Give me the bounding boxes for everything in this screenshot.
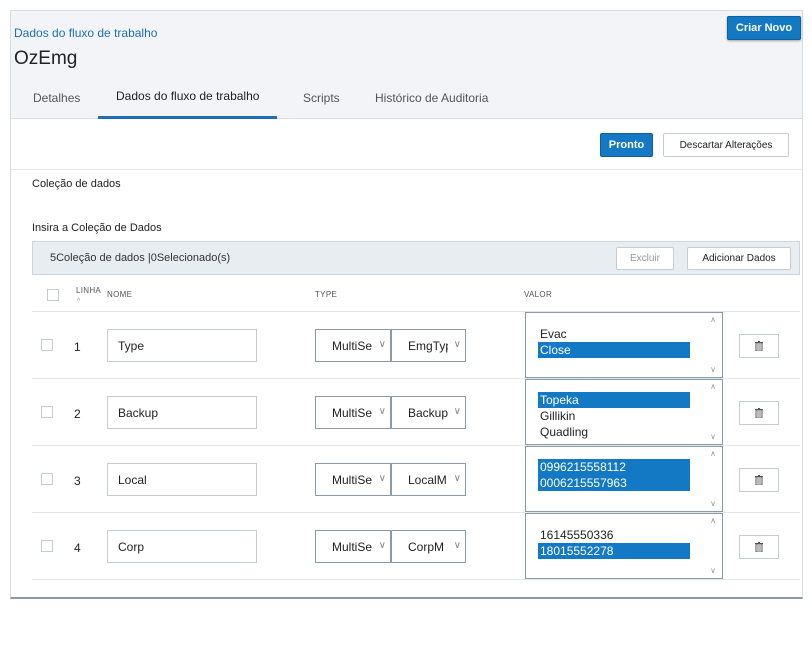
trash-icon: [755, 542, 763, 552]
done-button[interactable]: Pronto: [600, 133, 653, 157]
chevron-down-icon: ∨: [453, 540, 461, 551]
type-select[interactable]: MultiSe ∨: [315, 329, 391, 362]
list-item-selected[interactable]: 0996215558112: [538, 459, 690, 475]
tab-bar: Detalhes Dados do fluxo de trabalho Scri…: [11, 76, 802, 119]
section-title: Coleção de dados: [32, 178, 121, 190]
scroll-down-icon[interactable]: ∨: [710, 566, 716, 575]
list-item-selected[interactable]: Topeka: [538, 392, 690, 408]
collection-bar: 5Coleção de dados |0Selecionado(s) Exclu…: [32, 241, 800, 275]
subtype-select[interactable]: Backup ∨: [391, 396, 466, 429]
list-item[interactable]: 16145550336: [538, 527, 690, 543]
delete-row-button[interactable]: [739, 535, 779, 559]
tab-scripts[interactable]: Scripts: [303, 76, 340, 119]
breadcrumb[interactable]: Dados do fluxo de trabalho: [14, 26, 157, 40]
row-checkbox[interactable]: [41, 339, 53, 351]
chevron-down-icon: ∨: [453, 406, 461, 417]
chevron-down-icon: ∨: [453, 339, 461, 350]
table-row: 3 Local MultiSe ∨ LocalM ∨ 0996215558112 0…: [32, 446, 800, 513]
type-select-value: MultiSe: [332, 405, 372, 420]
chevron-down-icon: ∨: [378, 473, 386, 484]
page-title: OzEmg: [14, 48, 78, 69]
list-item[interactable]: Gillikin: [538, 408, 690, 424]
trash-icon: [755, 475, 763, 485]
chevron-down-icon: ∨: [378, 540, 386, 551]
scroll-down-icon[interactable]: ∨: [710, 499, 716, 508]
chevron-down-icon: ∨: [378, 406, 386, 417]
tab-workflow-data[interactable]: Dados do fluxo de trabalho: [98, 76, 278, 119]
value-listbox[interactable]: 0996215558112 0006215557963 ∧ ∨: [525, 446, 723, 512]
row-checkbox[interactable]: [41, 473, 53, 485]
header-value: VALOR: [524, 290, 553, 299]
scroll-up-icon[interactable]: ∧: [710, 315, 716, 324]
subtype-select-value: CorpM: [408, 539, 445, 554]
collection-count: 5Coleção de dados |0Selecionado(s): [50, 252, 231, 264]
app-window: Dados do fluxo de trabalho OzEmg Criar N…: [10, 10, 803, 599]
list-item[interactable]: Evac: [538, 326, 690, 342]
row-number: 3: [74, 474, 81, 488]
type-select[interactable]: MultiSe ∨: [315, 530, 391, 563]
name-field[interactable]: Backup: [107, 396, 257, 429]
row-checkbox[interactable]: [41, 540, 53, 552]
type-select-value: MultiSe: [332, 338, 372, 353]
table-row: 2 Backup MultiSe ∨ Backup ∨ Topeka Gilliki…: [32, 379, 800, 446]
header-type: TYPE: [315, 290, 338, 299]
name-field[interactable]: Type: [107, 329, 257, 362]
name-field[interactable]: Local: [107, 463, 257, 496]
scroll-down-icon[interactable]: ∨: [710, 432, 716, 441]
value-listbox[interactable]: Topeka Gillikin Quadling ∧ ∨: [525, 379, 723, 445]
type-select[interactable]: MultiSe ∨: [315, 463, 391, 496]
trash-icon: [755, 341, 763, 351]
type-select-value: MultiSe: [332, 472, 372, 487]
delete-row-button[interactable]: [739, 468, 779, 492]
table-header: LINHA ^ NOME TYPE VALOR: [32, 276, 800, 312]
delete-button[interactable]: Excluir: [616, 247, 674, 270]
row-number: 1: [74, 340, 81, 354]
header-line[interactable]: LINHA: [76, 286, 101, 295]
trash-icon: [755, 408, 763, 418]
list-item-selected[interactable]: Close: [538, 342, 690, 358]
value-listbox[interactable]: Evac Close ∧ ∨: [525, 312, 723, 378]
row-number: 2: [74, 407, 81, 421]
chevron-down-icon: ∨: [453, 473, 461, 484]
subtype-select-value: EmgTyp: [408, 338, 448, 353]
list-item-selected[interactable]: 0006215557963: [538, 475, 690, 491]
scroll-down-icon[interactable]: ∨: [710, 365, 716, 374]
tab-audit-history[interactable]: Histórico de Auditoria: [375, 76, 488, 119]
page-header: Dados do fluxo de trabalho OzEmg Criar N…: [11, 11, 802, 76]
sort-caret-icon[interactable]: ^: [77, 298, 80, 305]
value-listbox[interactable]: 16145550336 18015552278 ∧ ∨: [525, 513, 723, 579]
add-data-button[interactable]: Adicionar Dados: [687, 247, 791, 270]
scroll-up-icon[interactable]: ∧: [710, 449, 716, 458]
row-number: 4: [74, 541, 81, 555]
type-select-value: MultiSe: [332, 539, 372, 554]
row-checkbox[interactable]: [41, 406, 53, 418]
subtype-select[interactable]: EmgTyp ∨: [391, 329, 466, 362]
table-row: 4 Corp MultiSe ∨ CorpM ∨ 16145550336 18015…: [32, 513, 800, 580]
discard-changes-button[interactable]: Descartar Alterações: [663, 133, 789, 157]
tab-details[interactable]: Detalhes: [33, 76, 80, 119]
scroll-up-icon[interactable]: ∧: [710, 382, 716, 391]
collection-subtitle: Insira a Coleção de Dados: [32, 222, 162, 234]
subtype-select-value: LocalM: [408, 472, 447, 487]
action-toolbar: Pronto Descartar Alterações: [11, 119, 802, 170]
scroll-up-icon[interactable]: ∧: [710, 516, 716, 525]
type-select[interactable]: MultiSe ∨: [315, 396, 391, 429]
header-name: NOME: [107, 290, 133, 299]
create-new-button[interactable]: Criar Novo: [727, 16, 801, 40]
name-field[interactable]: Corp: [107, 530, 257, 563]
select-all-checkbox[interactable]: [47, 289, 59, 301]
chevron-down-icon: ∨: [378, 339, 386, 350]
delete-row-button[interactable]: [739, 401, 779, 425]
subtype-select[interactable]: LocalM ∨: [391, 463, 466, 496]
list-item[interactable]: Quadling: [538, 424, 690, 440]
table-row: 1 Type MultiSe ∨ EmgTyp ∨ Evac Close ∧ ∨: [32, 312, 800, 379]
delete-row-button[interactable]: [739, 334, 779, 358]
subtype-select[interactable]: CorpM ∨: [391, 530, 466, 563]
subtype-select-value: Backup: [408, 405, 448, 420]
list-item-selected[interactable]: 18015552278: [538, 543, 690, 559]
